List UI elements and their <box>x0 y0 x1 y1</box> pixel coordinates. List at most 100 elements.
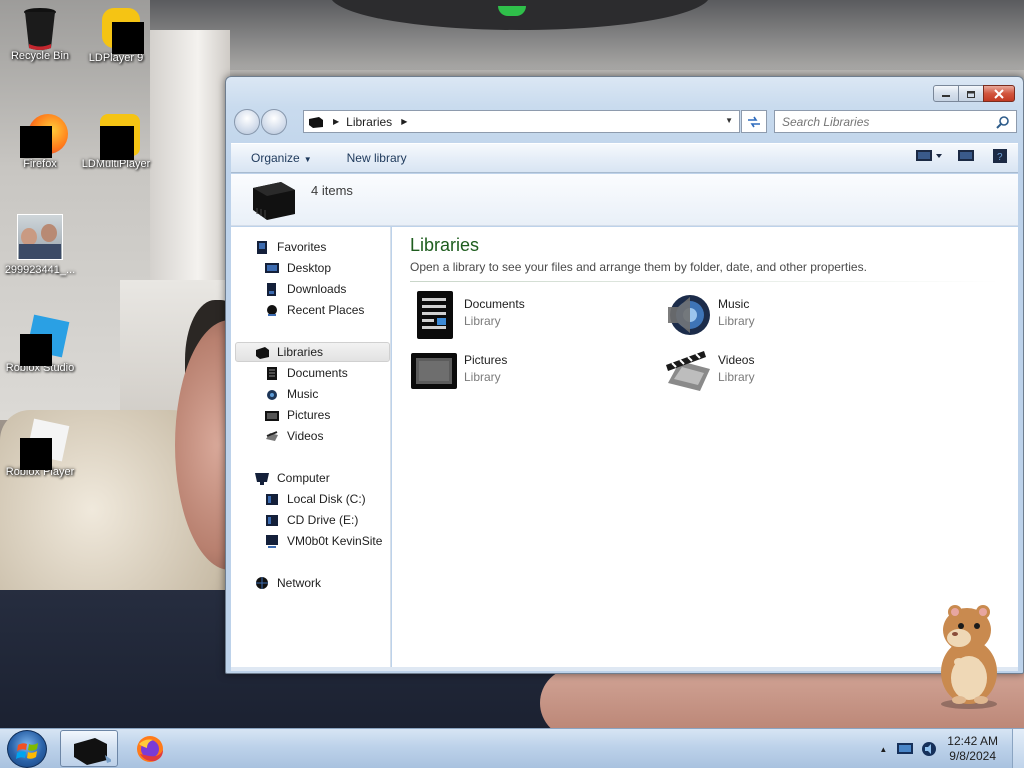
change-view-button[interactable] <box>916 149 942 163</box>
clock-time: 12:42 AM <box>947 734 998 748</box>
cd-drive-icon <box>265 514 279 527</box>
navigation-pane: Favorites Desktop Downloads Recent Place… <box>231 227 391 667</box>
firefox-icon <box>20 114 68 158</box>
minimize-button[interactable] <box>933 85 959 102</box>
library-name: Music <box>718 297 750 311</box>
chevron-down-icon: ▼ <box>303 155 312 164</box>
taskbar: ▲ 12:42 AM 9/8/2024 <box>0 728 1024 768</box>
nav-desktop[interactable]: Desktop <box>265 258 331 278</box>
forward-button[interactable] <box>261 109 287 135</box>
desktop-icon-photo[interactable]: 299923441_... <box>0 214 80 276</box>
library-name: Videos <box>718 353 755 367</box>
music-icon <box>265 388 279 401</box>
back-button[interactable] <box>234 109 260 135</box>
page-subtitle: Open a library to see your files and arr… <box>410 260 867 274</box>
nav-local-disk-label: Local Disk (C:) <box>287 492 366 506</box>
desktop-icon-firefox[interactable]: Firefox <box>0 114 80 170</box>
desktop-icon-label: 299923441_... <box>4 264 76 276</box>
nav-downloads[interactable]: Downloads <box>265 279 346 299</box>
command-bar: Organize ▼ New library ? <box>231 143 1018 173</box>
photo-thumbnail-icon <box>17 214 63 260</box>
start-button[interactable] <box>7 730 47 768</box>
search-box[interactable] <box>774 110 1017 133</box>
libraries-icon <box>308 116 324 128</box>
nav-recent-places[interactable]: Recent Places <box>265 300 364 320</box>
desktop-icon-label: Firefox <box>23 158 57 170</box>
refresh-button[interactable] <box>741 110 767 133</box>
item-count: 4 items <box>311 183 353 198</box>
nav-network[interactable]: Network <box>255 573 321 593</box>
nav-favorites-label: Favorites <box>277 240 327 254</box>
system-clock[interactable]: 12:42 AM 9/8/2024 <box>947 734 998 764</box>
nav-pictures-label: Pictures <box>287 408 331 422</box>
computer-icon <box>255 472 269 485</box>
library-tile-pictures[interactable]: Pictures Library <box>410 347 507 395</box>
nav-local-disk[interactable]: Local Disk (C:) <box>265 489 366 509</box>
taskbar-explorer-button[interactable] <box>60 730 118 767</box>
roblox-player-icon <box>20 418 70 470</box>
desktop-icon-roblox-player[interactable]: Roblox Player <box>0 418 80 478</box>
library-type: Library <box>718 314 755 328</box>
nav-computer[interactable]: Computer <box>255 468 330 488</box>
new-library-button[interactable]: New library <box>327 151 422 165</box>
library-tile-videos[interactable]: Videos Library <box>664 347 755 395</box>
breadcrumb-libraries[interactable]: Libraries <box>346 115 392 129</box>
taskbar-firefox-button[interactable] <box>122 730 180 767</box>
nav-recent-places-label: Recent Places <box>287 303 365 317</box>
libraries-large-icon <box>253 182 295 220</box>
breadcrumb-separator-icon[interactable]: ▶ <box>333 117 339 126</box>
details-header: 4 items <box>231 174 1018 226</box>
search-icon[interactable] <box>996 115 1010 132</box>
documents-library-icon <box>410 291 458 339</box>
desktop-icon-ldmultiplayer[interactable]: LDMultiPlayer <box>76 114 156 170</box>
breadcrumb-separator-icon[interactable]: ▶ <box>401 117 407 126</box>
organize-button[interactable]: Organize ▼ <box>231 151 327 165</box>
nav-downloads-label: Downloads <box>287 282 347 296</box>
address-bar[interactable]: ▶ Libraries ▶ ▼ <box>303 110 740 133</box>
nav-computer-label: Computer <box>277 471 330 485</box>
desktop-icon-recycle-bin[interactable]: Recycle Bin <box>0 6 80 62</box>
nav-documents[interactable]: Documents <box>265 363 348 383</box>
pictures-icon <box>265 409 279 422</box>
title-divider <box>410 281 1000 282</box>
nav-libraries[interactable]: Libraries <box>255 342 323 362</box>
library-type: Library <box>718 370 755 384</box>
refresh-icon <box>748 116 760 127</box>
recent-places-icon <box>265 304 279 317</box>
nav-videos[interactable]: Videos <box>265 426 323 446</box>
ldmultiplayer-icon <box>96 114 140 160</box>
desktop-icon-roblox-studio[interactable]: Roblox Studio <box>0 314 80 374</box>
volume-tray-icon[interactable] <box>921 741 937 757</box>
status-bar <box>231 667 1018 671</box>
videos-library-icon <box>664 347 712 395</box>
library-name: Pictures <box>464 353 508 367</box>
close-button[interactable] <box>983 85 1015 102</box>
desktop-icon-ldplayer9[interactable]: LDPlayer 9 <box>76 8 156 64</box>
nav-favorites[interactable]: Favorites <box>255 237 326 257</box>
nav-music[interactable]: Music <box>265 384 318 404</box>
pictures-library-icon <box>410 347 458 395</box>
library-tile-documents[interactable]: Documents Library <box>410 291 525 339</box>
show-hidden-icons-icon[interactable]: ▲ <box>879 745 887 754</box>
hamster-pet-icon[interactable] <box>925 600 1011 710</box>
preview-pane-button[interactable] <box>958 149 976 163</box>
help-icon: ? <box>993 149 1007 163</box>
show-desktop-button[interactable] <box>1012 729 1024 768</box>
help-button[interactable]: ? <box>992 149 1010 163</box>
notification-area: ▲ 12:42 AM 9/8/2024 <box>879 729 1024 768</box>
maximize-button[interactable] <box>958 85 984 102</box>
svg-text:?: ? <box>997 152 1003 163</box>
nav-pictures[interactable]: Pictures <box>265 405 330 425</box>
address-history-dropdown-icon[interactable]: ▼ <box>725 116 733 125</box>
restore-icon <box>967 90 975 98</box>
minimize-icon <box>942 94 950 97</box>
firefox-icon <box>137 736 163 762</box>
network-globe-icon <box>255 576 269 590</box>
nav-network-location[interactable]: VM0b0t KevinSite <box>265 531 382 551</box>
nav-cd-drive[interactable]: CD Drive (E:) <box>265 510 358 530</box>
library-tile-music[interactable]: Music Library <box>664 291 755 339</box>
search-input[interactable] <box>782 114 992 129</box>
network-tray-icon[interactable] <box>897 742 914 756</box>
ldplayer-icon <box>96 8 144 54</box>
library-name: Documents <box>464 297 525 311</box>
